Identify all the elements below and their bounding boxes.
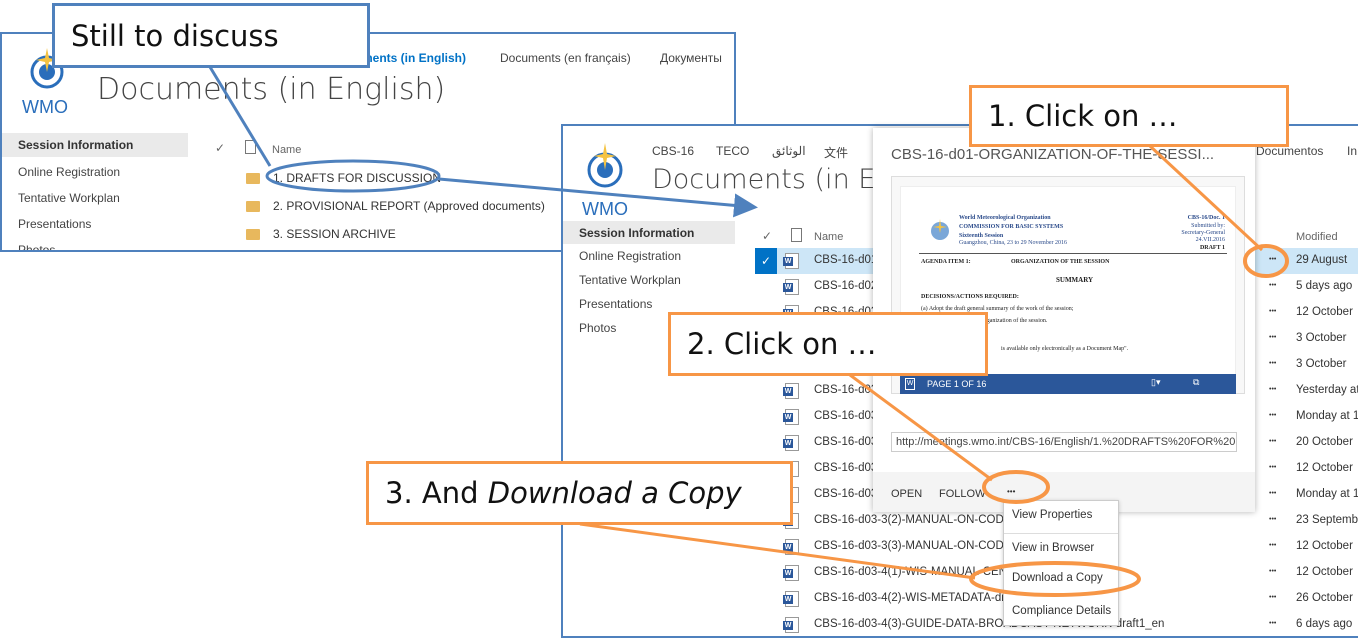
callout-still-to-discuss: Still to discuss (52, 3, 370, 68)
callout-step-3: 3. And Download a Copy (366, 461, 793, 525)
highlight-ellipse (982, 470, 1050, 504)
callout-step-2: 2. Click on … (668, 312, 988, 376)
highlight-ellipse (265, 159, 441, 193)
callout-text: 2. Click on … (687, 327, 877, 361)
connector-line (579, 522, 976, 580)
highlight-ellipse (1243, 244, 1289, 278)
arrow-line (438, 177, 758, 218)
connector-line (1148, 144, 1264, 252)
callout-step-1: 1. Click on … (969, 85, 1289, 147)
callout-text: 3. And (385, 476, 488, 510)
callout-text: Still to discuss (71, 18, 279, 53)
callout-text: 1. Click on … (988, 99, 1178, 133)
callout-text-emphasis: Download a Copy (487, 476, 742, 510)
connector-line (849, 373, 993, 482)
connector-line (208, 66, 272, 167)
highlight-ellipse (969, 561, 1141, 597)
